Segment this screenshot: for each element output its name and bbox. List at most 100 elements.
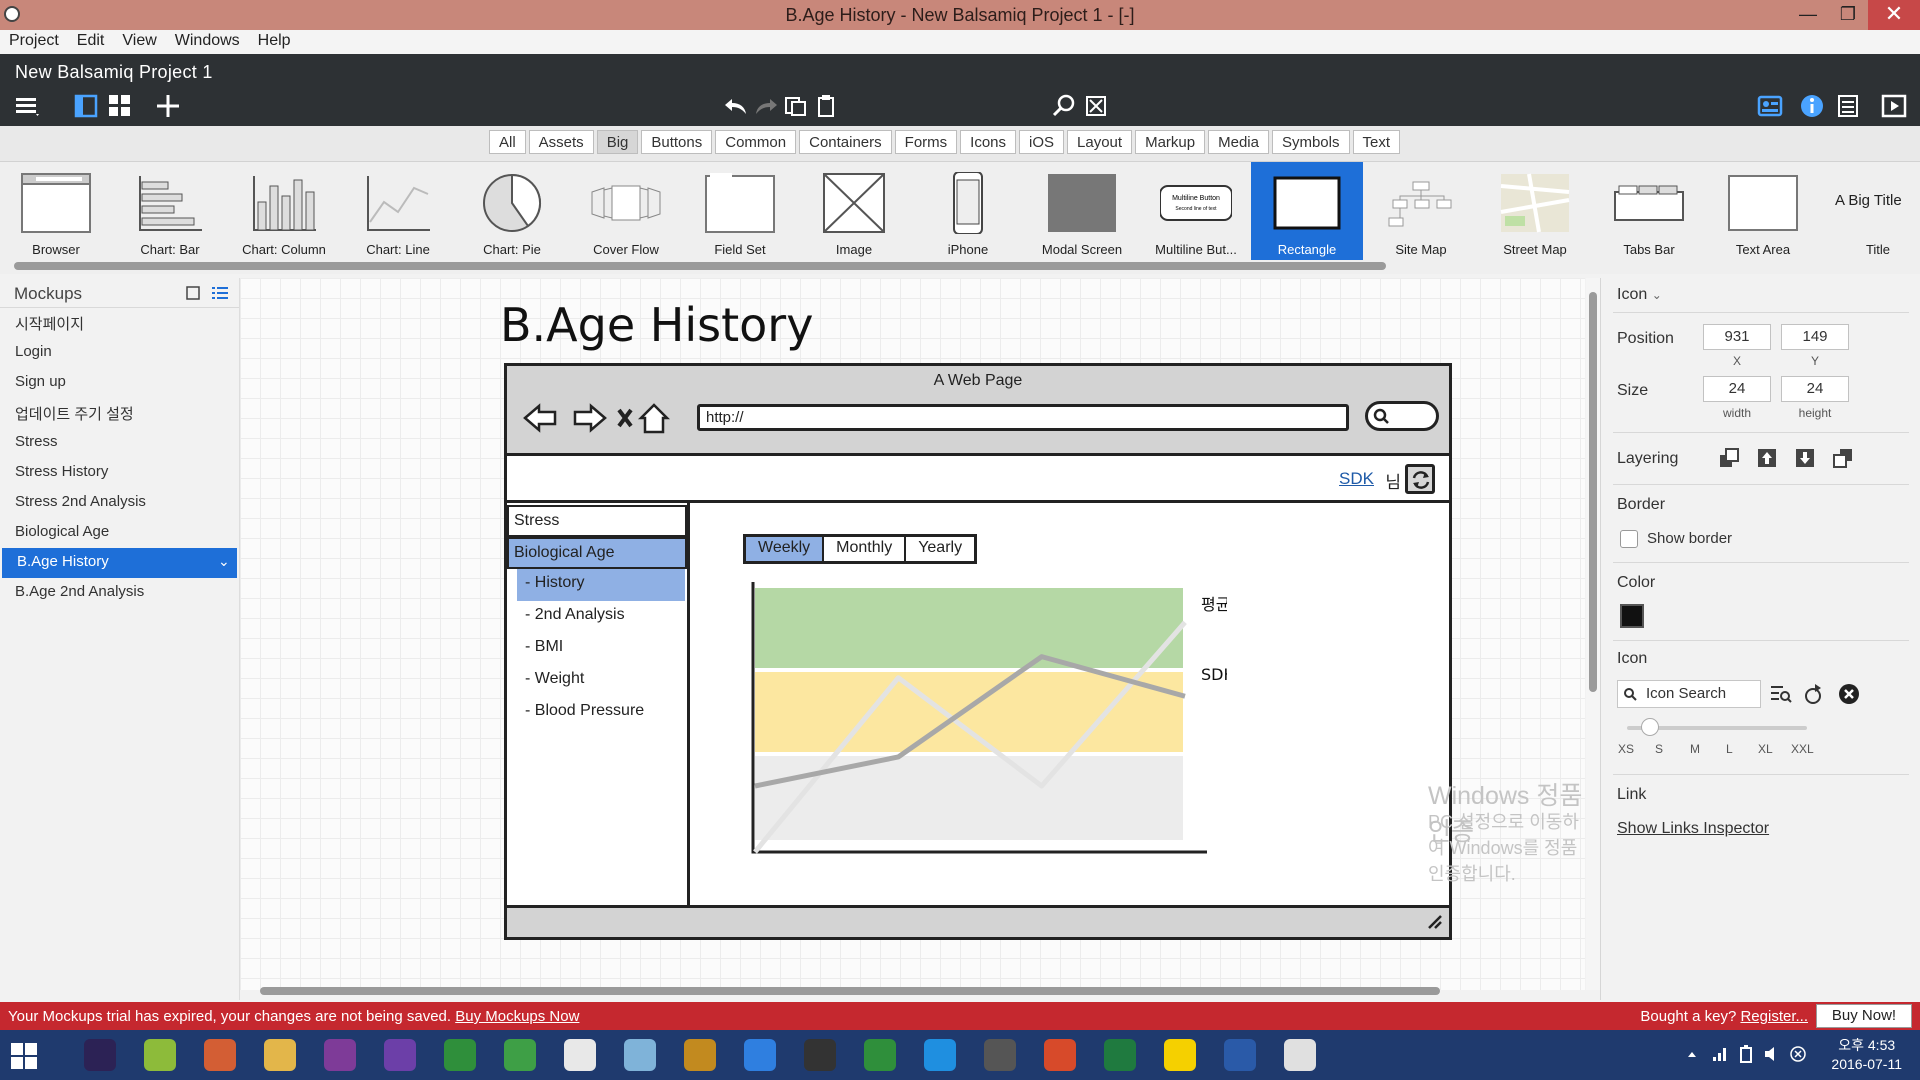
position-y-field[interactable]: 149 [1781, 324, 1849, 350]
buy-now-button[interactable]: Buy Now! [1816, 1004, 1912, 1028]
menu-edit[interactable]: Edit [68, 30, 114, 50]
category-tab-text[interactable]: Text [1352, 130, 1401, 154]
kakaotalk-taskbar-icon[interactable] [1152, 1034, 1208, 1076]
eclipse-taskbar-icon[interactable] [72, 1034, 128, 1076]
category-tab-big[interactable]: Big [596, 130, 639, 154]
info-icon[interactable] [1798, 92, 1826, 120]
library-scrollbar[interactable] [14, 262, 1386, 270]
mockup-list-item[interactable]: Biological Age [0, 518, 239, 548]
library-item-browser[interactable]: Browser [0, 162, 112, 260]
skype-taskbar-icon[interactable] [912, 1034, 968, 1076]
intellij-taskbar-icon[interactable] [672, 1034, 728, 1076]
bring-to-front-icon[interactable] [1717, 446, 1741, 470]
category-tab-all[interactable]: All [489, 130, 526, 154]
mockup-canvas[interactable]: B.Age History A Web Page http:// SDK 님 S… [240, 278, 1585, 990]
notes-icon[interactable] [1834, 92, 1862, 120]
library-item-cover-flow[interactable]: Cover Flow [570, 162, 682, 260]
headphones-taskbar-icon[interactable] [1032, 1034, 1088, 1076]
library-item-title[interactable]: A Big Title Title [1821, 162, 1920, 260]
browser-window-mockup[interactable]: A Web Page http:// SDK 님 Stress Biologica… [504, 363, 1452, 940]
library-item-chart-bar[interactable]: Chart: Bar [114, 162, 226, 260]
copy-icon[interactable] [782, 92, 810, 120]
thumbnail-view-icon[interactable] [186, 286, 200, 300]
mockup-sidebar-item[interactable]: - 2nd Analysis [517, 601, 685, 633]
paste-icon[interactable] [812, 92, 840, 120]
visual-studio-taskbar-icon[interactable] [372, 1034, 428, 1076]
close-button[interactable]: ✕ [1868, 0, 1920, 30]
smile-taskbar-icon[interactable] [1272, 1034, 1328, 1076]
canvas-horizontal-scrollbar[interactable] [240, 982, 1580, 998]
category-tab-layout[interactable]: Layout [1067, 130, 1133, 154]
mockup-list-item[interactable]: 업데이트 주기 설정 [0, 398, 239, 428]
category-tab-containers[interactable]: Containers [799, 130, 892, 154]
mockup-list-item[interactable]: Stress [0, 428, 239, 458]
mockup-page-title[interactable]: B.Age History [500, 298, 813, 352]
windows-start-icon[interactable] [10, 1042, 38, 1070]
send-to-back-icon[interactable] [1831, 446, 1855, 470]
icon-flip-icon[interactable] [1801, 682, 1825, 706]
library-item-iphone[interactable]: iPhone [912, 162, 1024, 260]
redo-icon[interactable] [752, 92, 780, 120]
category-tab-buttons[interactable]: Buttons [641, 130, 713, 154]
category-tab-assets[interactable]: Assets [528, 130, 594, 154]
inspector-type-label[interactable]: Icon ⌄ [1617, 286, 1662, 304]
mockup-list-item[interactable]: Login [0, 338, 239, 368]
category-tab-markup[interactable]: Markup [1135, 130, 1206, 154]
category-tab-ios[interactable]: iOS [1019, 130, 1065, 154]
bring-forward-icon[interactable] [1755, 446, 1779, 470]
word-taskbar-icon[interactable] [1212, 1034, 1268, 1076]
taskbar-clock[interactable]: 오후 4:53 2016-07-11 [1831, 1036, 1902, 1074]
evernote-taskbar-icon[interactable] [432, 1034, 488, 1076]
height-field[interactable]: 24 [1781, 376, 1849, 402]
tab-weekly[interactable]: Weekly [746, 537, 825, 561]
mockup-list-item[interactable]: 시작페이지 [0, 308, 239, 338]
library-item-street-map[interactable]: Street Map [1479, 162, 1591, 260]
clear-icon-button[interactable] [1837, 682, 1861, 706]
width-field[interactable]: 24 [1703, 376, 1771, 402]
eraser-taskbar-icon[interactable] [612, 1034, 668, 1076]
category-tab-media[interactable]: Media [1208, 130, 1269, 154]
single-view-icon[interactable] [72, 92, 100, 120]
menu-help[interactable]: Help [249, 30, 300, 50]
sdk-user-link[interactable]: SDK [1339, 469, 1374, 489]
undo-icon[interactable] [722, 92, 750, 120]
show-border-checkbox[interactable] [1620, 530, 1638, 548]
library-item-rectangle[interactable]: Rectangle [1251, 162, 1363, 260]
onenote-taskbar-icon[interactable] [312, 1034, 368, 1076]
minimize-button[interactable]: — [1788, 0, 1828, 30]
library-item-field-set[interactable]: Field Set [684, 162, 796, 260]
library-item-chart-pie[interactable]: Chart: Pie [456, 162, 568, 260]
battery-icon[interactable] [1738, 1045, 1754, 1063]
mockup-sidebar-item[interactable]: - History [517, 569, 685, 601]
zoom-search-icon[interactable] [1050, 92, 1078, 120]
show-links-inspector-link[interactable]: Show Links Inspector [1617, 820, 1769, 838]
add-mockup-icon[interactable] [154, 92, 182, 120]
android-studio-taskbar-icon[interactable] [492, 1034, 548, 1076]
mockup-list-item[interactable]: Sign up [0, 368, 239, 398]
mockup-list-item[interactable]: B.Age 2nd Analysis [0, 578, 239, 608]
library-item-text-area[interactable]: Text Area [1707, 162, 1819, 260]
url-field[interactable]: http:// [697, 404, 1349, 431]
scroll-thumb[interactable] [260, 987, 1440, 995]
settings-taskbar-icon[interactable] [972, 1034, 1028, 1076]
maximize-button[interactable]: ❐ [1828, 0, 1868, 30]
icon-search-input[interactable]: Icon Search [1617, 680, 1761, 708]
tab-monthly[interactable]: Monthly [824, 537, 907, 561]
chevron-down-icon[interactable]: ⌄ [218, 553, 230, 570]
menu-project[interactable]: Project [0, 30, 68, 50]
mockup-list-item[interactable]: B.Age History ⌄ [2, 548, 237, 578]
evernote-2-taskbar-icon[interactable] [852, 1034, 908, 1076]
register-link[interactable]: Register... [1740, 1008, 1808, 1025]
chrome-taskbar-icon[interactable] [552, 1034, 608, 1076]
browser-search-field[interactable] [1365, 401, 1439, 431]
excel-taskbar-icon[interactable] [1092, 1034, 1148, 1076]
hamburger-menu-icon[interactable] [14, 92, 42, 120]
library-item-modal-screen[interactable]: Modal Screen [1026, 162, 1138, 260]
library-item-multiline-button[interactable]: Multiline Button Second line of text Mult… [1140, 162, 1252, 260]
send-backward-icon[interactable] [1793, 446, 1817, 470]
library-item-image[interactable]: Image [798, 162, 910, 260]
mockup-sidebar-item[interactable]: - Blood Pressure [517, 697, 685, 729]
signal-icon[interactable] [1712, 1046, 1728, 1062]
mockup-sidebar-item[interactable]: - BMI [517, 633, 685, 665]
tab-yearly[interactable]: Yearly [906, 537, 974, 561]
